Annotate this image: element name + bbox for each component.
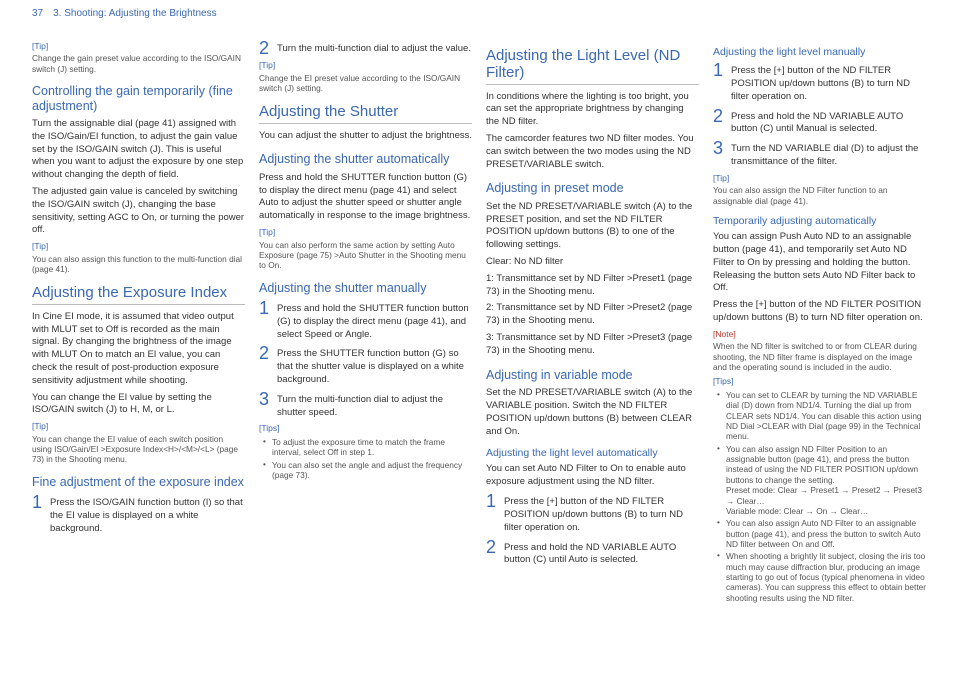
step-number: 2 [713,108,725,124]
step-text: Press and hold the ND VARIABLE AUTO butt… [504,539,699,568]
note-label: [Note] [713,329,926,340]
section-title: 3. Shooting: Adjusting the Brightness [53,8,216,19]
body-text: Turn the assignable dial (page 41) assig… [32,118,245,182]
step-number: 3 [259,391,271,407]
tip-text: You can also assign this function to the… [32,254,245,275]
step-number: 2 [259,345,271,361]
step-number: 1 [486,493,498,509]
tip-text: You can change the EI value of each swit… [32,434,245,465]
step-text: Press the [+] button of the ND FILTER PO… [731,62,926,103]
note-text: When the ND filter is switched to or fro… [713,341,926,372]
tips-list: To adjust the exposure time to match the… [259,437,472,480]
step-2: 2 Press and hold the ND VARIABLE AUTO bu… [713,108,926,137]
heading-exposure-index: Adjusting the Exposure Index [32,284,245,304]
body-text: 1: Transmittance set by ND Filter >Prese… [486,273,699,299]
page-number: 37 [32,8,43,19]
heading-gain-temp: Controlling the gain temporarily (fine a… [32,84,245,113]
step-3: 3 Turn the multi-function dial to adjust… [259,391,472,420]
step-number: 1 [32,494,44,510]
tip-item: When shooting a brightly lit subject, cl… [717,551,926,603]
step-text: Press the [+] button of the ND FILTER PO… [504,493,699,534]
body-text: 3: Transmittance set by ND Filter >Prese… [486,332,699,358]
step-2: 2 Press the SHUTTER function button (G) … [259,345,472,386]
tip-text: Change the EI preset value according to … [259,73,472,94]
step-number: 2 [259,40,271,56]
body-text: Press and hold the SHUTTER function butt… [259,172,472,223]
body-text: The adjusted gain value is canceled by s… [32,186,245,237]
step-number: 3 [713,140,725,156]
step-text: Turn the multi-function dial to adjust t… [277,391,472,420]
body-text: In Cine EI mode, it is assumed that vide… [32,311,245,388]
step-1: 1 Press the [+] button of the ND FILTER … [713,62,926,103]
tip-item: You can set to CLEAR by turning the ND V… [717,390,926,442]
body-text: The camcorder features two ND filter mod… [486,133,699,171]
tip-label: [Tip] [259,60,472,71]
body-text: Clear: No ND filter [486,256,699,269]
tips-label: [Tips] [713,376,926,387]
tips-label: [Tips] [259,423,472,434]
step-number: 2 [486,539,498,555]
tips-list: You can set to CLEAR by turning the ND V… [713,390,926,603]
tip-text: You can also perform the same action by … [259,240,472,271]
step-text: Press and hold the SHUTTER function butt… [277,300,472,341]
heading-shutter-auto: Adjusting the shutter automatically [259,152,472,166]
heading-light-auto: Adjusting the light level automatically [486,446,699,460]
step-2: 2 Turn the multi-function dial to adjust… [259,40,472,56]
heading-fine-adjust: Fine adjustment of the exposure index [32,475,245,489]
column-4: Adjusting the light level manually 1 Pre… [713,37,926,607]
tip-text: You can also assign the ND Filter functi… [713,185,926,206]
heading-light-manual: Adjusting the light level manually [713,45,926,59]
step-1: 1 Press and hold the SHUTTER function bu… [259,300,472,341]
body-text: 2: Transmittance set by ND Filter >Prese… [486,302,699,328]
body-text: You can set Auto ND Filter to On to enab… [486,463,699,489]
body-text: In conditions where the lighting is too … [486,91,699,129]
step-text: Press the ISO/GAIN function button (I) s… [50,494,245,535]
column-1: [Tip] Change the gain preset value accor… [32,37,245,607]
step-number: 1 [259,300,271,316]
step-1: 1 Press the ISO/GAIN function button (I)… [32,494,245,535]
tip-item-text: Preset mode: Clear → Preset1 → Preset2 →… [726,485,922,505]
column-3: Adjusting the Light Level (ND Filter) In… [486,37,699,607]
body-text: You can assign Push Auto ND to an assign… [713,231,926,295]
tip-label: [Tip] [32,241,245,252]
tip-item: You can also set the angle and adjust th… [263,460,472,481]
body-text: You can change the EI value by setting t… [32,392,245,418]
heading-shutter-manual: Adjusting the shutter manually [259,281,472,295]
content-columns: [Tip] Change the gain preset value accor… [0,23,954,617]
heading-variable-mode: Adjusting in variable mode [486,368,699,382]
heading-nd-filter: Adjusting the Light Level (ND Filter) [486,47,699,85]
body-text: Set the ND PRESET/VARIABLE switch (A) to… [486,387,699,438]
body-text: Set the ND PRESET/VARIABLE switch (A) to… [486,201,699,252]
tip-item: To adjust the exposure time to match the… [263,437,472,458]
body-text: Press the [+] button of the ND FILTER PO… [713,299,926,325]
heading-preset-mode: Adjusting in preset mode [486,181,699,195]
step-text: Turn the multi-function dial to adjust t… [277,40,472,56]
tip-label: [Tip] [259,227,472,238]
tip-label: [Tip] [32,41,245,52]
step-1: 1 Press the [+] button of the ND FILTER … [486,493,699,534]
step-number: 1 [713,62,725,78]
page-header: 37 3. Shooting: Adjusting the Brightness [0,0,954,23]
tip-item-text: You can also assign ND Filter Position t… [726,444,918,485]
tip-item-text: Variable mode: Clear → On → Clear… [726,506,868,516]
body-text: You can adjust the shutter to adjust the… [259,130,472,143]
tip-label: [Tip] [713,173,926,184]
step-2: 2 Press and hold the ND VARIABLE AUTO bu… [486,539,699,568]
tip-text: Change the gain preset value according t… [32,53,245,74]
step-text: Press and hold the ND VARIABLE AUTO butt… [731,108,926,137]
column-2: 2 Turn the multi-function dial to adjust… [259,37,472,607]
step-text: Press the SHUTTER function button (G) so… [277,345,472,386]
step-3: 3 Turn the ND VARIABLE dial (D) to adjus… [713,140,926,169]
heading-shutter: Adjusting the Shutter [259,103,472,123]
tip-item: You can also assign Auto ND Filter to an… [717,518,926,549]
step-text: Turn the ND VARIABLE dial (D) to adjust … [731,140,926,169]
tip-label: [Tip] [32,421,245,432]
tip-item: You can also assign ND Filter Position t… [717,444,926,517]
heading-temp-auto: Temporarily adjusting automatically [713,214,926,228]
